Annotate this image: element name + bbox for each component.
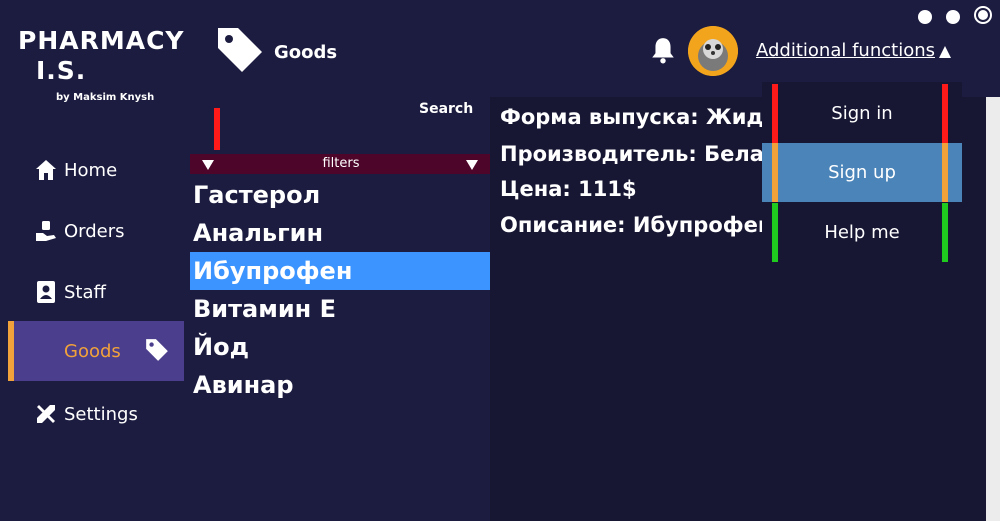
app-title-line1: PHARMACY: [18, 26, 185, 55]
sidebar-item-goods[interactable]: Goods: [8, 321, 184, 381]
app-title-line2: I.S.: [36, 56, 87, 85]
sidebar-item-home[interactable]: Home: [8, 140, 184, 200]
sidebar-item-label: Settings: [64, 403, 138, 425]
list-item[interactable]: Йод: [190, 328, 492, 366]
list-item[interactable]: Анальгин: [190, 214, 492, 252]
sidebar-item-settings[interactable]: Settings: [8, 384, 184, 444]
app-title: PHARMACY I.S.: [18, 26, 184, 86]
staff-icon: [34, 280, 58, 304]
window-minimize-button[interactable]: [918, 10, 932, 24]
window-close-button[interactable]: [974, 6, 992, 24]
menu-item-sign-up[interactable]: Sign up: [762, 143, 962, 202]
menu-item-label: Help me: [824, 222, 900, 243]
menu-item-sign-in[interactable]: Sign in: [762, 84, 962, 143]
search-input[interactable]: [196, 102, 406, 150]
menu-item-help-me[interactable]: Help me: [762, 203, 962, 262]
sidebar: PHARMACY I.S. by Maksim Knysh Home Order…: [0, 0, 190, 521]
menu-item-label: Sign up: [828, 162, 896, 183]
menu-item-bar: [772, 143, 778, 202]
tag-icon: [144, 337, 170, 368]
detail-description: Описание: Ибупрофен: [500, 213, 773, 237]
filters-dropdown[interactable]: filters: [190, 154, 492, 174]
sidebar-item-label: Home: [64, 159, 118, 181]
tag-icon: [216, 26, 264, 78]
sidebar-item-staff[interactable]: Staff: [8, 262, 184, 322]
app-author: by Maksim Knysh: [56, 92, 155, 103]
bell-icon[interactable]: [650, 36, 676, 68]
list-item[interactable]: Гастерол: [190, 176, 492, 214]
sidebar-item-label: Goods: [64, 340, 121, 362]
home-icon: [34, 158, 58, 182]
sidebar-item-label: Staff: [64, 281, 106, 303]
sidebar-item-orders[interactable]: Orders: [8, 201, 184, 261]
list-item[interactable]: Авинар: [190, 366, 492, 404]
avatar[interactable]: [688, 26, 738, 76]
window-maximize-button[interactable]: [946, 10, 960, 24]
menu-item-bar: [942, 143, 948, 202]
search-caret: [214, 108, 220, 150]
list-item-selected[interactable]: Ибупрофен: [190, 252, 492, 290]
additional-functions-link[interactable]: Additional functions: [756, 40, 935, 61]
goods-list: Гастерол Анальгин Ибупрофен Витамин Е Йо…: [190, 176, 492, 404]
detail-price: Цена: 111$: [500, 177, 637, 201]
detail-form: Форма выпуска: Жидк: [500, 105, 778, 129]
menu-item-bar: [942, 203, 948, 262]
chevron-up-icon[interactable]: [938, 44, 952, 63]
menu-item-bar: [942, 84, 948, 143]
page-title: Goods: [274, 42, 338, 63]
search-label: Search: [419, 101, 474, 117]
filters-label: filters: [322, 156, 360, 171]
detail-manufacturer: Производитель: Белар: [500, 142, 779, 166]
menu-item-bar: [772, 203, 778, 262]
scrollbar[interactable]: [986, 97, 1000, 521]
orders-icon: [34, 219, 58, 243]
menu-item-label: Sign in: [831, 103, 893, 124]
list-item[interactable]: Витамин Е: [190, 290, 492, 328]
chevron-down-icon: [466, 159, 478, 174]
menu-item-bar: [772, 84, 778, 143]
settings-icon: [34, 402, 58, 426]
additional-functions-menu: Sign in Sign up Help me: [762, 82, 962, 276]
sidebar-item-label: Orders: [64, 220, 125, 242]
